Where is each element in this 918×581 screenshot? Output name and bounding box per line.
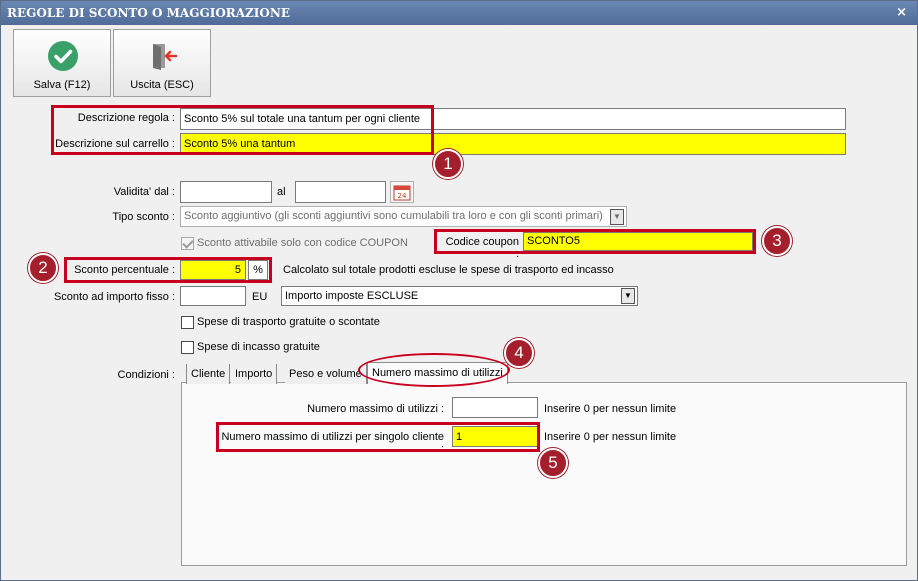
- max-utilizzi-label: Numero massimo di utilizzi :: [307, 403, 444, 415]
- max-utilizzi-input[interactable]: [452, 397, 538, 418]
- eu-label: EU: [252, 291, 268, 303]
- annotation-ellipse-4: [358, 353, 510, 387]
- sconto-percentuale-label: Sconto percentuale :: [74, 264, 175, 276]
- title-bar: REGOLE DI SCONTO O MAGGIORAZIONE ×: [1, 1, 917, 25]
- tab-peso-volume[interactable]: Peso e volume: [285, 364, 367, 384]
- codice-coupon-label: Codice coupon :: [445, 236, 519, 260]
- al-label: al: [277, 186, 286, 198]
- exit-door-icon: [153, 44, 178, 70]
- validita-label: Validita' dal :: [113, 186, 175, 198]
- tab-cliente[interactable]: Cliente: [186, 364, 231, 384]
- tipo-sconto-label: Tipo sconto :: [112, 211, 175, 223]
- annotation-marker-2: 2: [28, 253, 58, 283]
- spese-incasso-label: Spese di incasso gratuite: [197, 341, 320, 353]
- calcolato-note: Calcolato sul totale prodotti escluse le…: [283, 264, 614, 276]
- validita-from-input[interactable]: [180, 181, 272, 203]
- coupon-only-label: Sconto attivabile solo con codice COUPON: [197, 237, 408, 249]
- spese-trasporto-label: Spese di trasporto gratuite o scontate: [197, 316, 380, 328]
- annotation-marker-4: 4: [504, 338, 534, 368]
- exit-button[interactable]: Uscita (ESC): [113, 29, 211, 97]
- imposte-value: Importo imposte ESCLUSE: [285, 290, 419, 302]
- tipo-sconto-select[interactable]: Sconto aggiuntivo (gli sconti aggiuntivi…: [180, 206, 627, 227]
- window-title: REGOLE DI SCONTO O MAGGIORAZIONE: [7, 6, 290, 20]
- checkmark-circle-icon: [48, 41, 78, 71]
- annotation-marker-1: 1: [433, 149, 463, 179]
- sconto-percentuale-input[interactable]: 5: [180, 260, 246, 280]
- annotation-marker-3: 3: [762, 226, 792, 256]
- exit-button-label: Uscita (ESC): [130, 79, 194, 91]
- save-button[interactable]: Salva (F12): [13, 29, 111, 97]
- validita-to-input[interactable]: [295, 181, 386, 203]
- importo-fisso-input[interactable]: [180, 286, 246, 306]
- imposte-select[interactable]: Importo imposte ESCLUSE ▼: [281, 286, 638, 306]
- coupon-only-checkbox[interactable]: [181, 237, 194, 250]
- chevron-down-icon: ▼: [610, 209, 624, 225]
- importo-fisso-label: Sconto ad importo fisso :: [53, 291, 175, 303]
- tab-importo[interactable]: Importo: [231, 364, 278, 384]
- annotation-box-1: [51, 105, 434, 155]
- calendar-icon: 24: [393, 185, 411, 201]
- codice-coupon-text: SCONTO5: [527, 235, 580, 247]
- sconto-percentuale-text: 5: [234, 264, 241, 276]
- calendar-badge: 24: [398, 192, 407, 200]
- dialog-window: REGOLE DI SCONTO O MAGGIORAZIONE × Salva…: [0, 0, 918, 581]
- condizioni-label: Condizioni :: [117, 369, 175, 381]
- codice-coupon-input[interactable]: SCONTO5: [523, 232, 753, 251]
- spese-trasporto-checkbox[interactable]: [181, 316, 194, 329]
- chevron-down-icon: ▼: [621, 288, 635, 304]
- annotation-box-5: [216, 422, 540, 452]
- save-button-label: Salva (F12): [33, 79, 91, 91]
- tipo-sconto-value: Sconto aggiuntivo (gli sconti aggiuntivi…: [184, 210, 603, 222]
- max-cliente-note: Inserire 0 per nessun limite: [544, 431, 677, 443]
- spese-incasso-checkbox[interactable]: [181, 341, 194, 354]
- close-icon[interactable]: ×: [896, 1, 907, 25]
- percent-unit: %: [248, 260, 268, 280]
- annotation-marker-5: 5: [538, 448, 568, 478]
- max-utilizzi-note: Inserire 0 per nessun limite: [544, 403, 677, 415]
- calendar-button[interactable]: 24: [390, 181, 414, 203]
